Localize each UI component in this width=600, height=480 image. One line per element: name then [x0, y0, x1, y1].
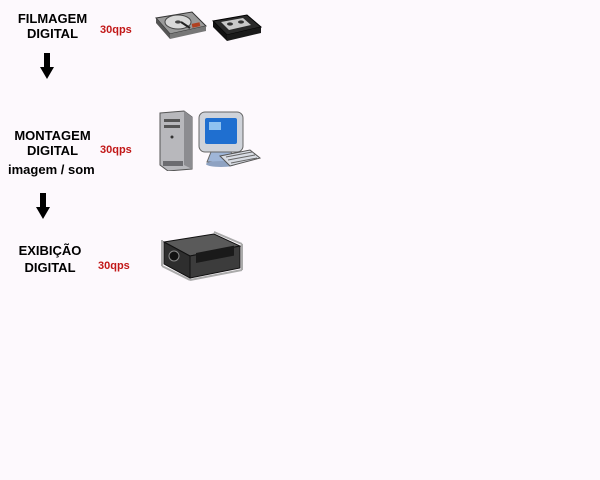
- stage-2-line2: DIGITAL: [26, 143, 79, 158]
- stage-2-line1: MONTAGEM: [14, 128, 91, 143]
- digital-projector-icon: [161, 231, 243, 281]
- stage-1-title: FILMAGEM DIGITAL: [10, 11, 95, 41]
- stage-3-rate: 30qps: [98, 260, 130, 272]
- stage-3-line2: DIGITAL: [24, 260, 76, 275]
- stage-2-rate: 30qps: [100, 144, 132, 156]
- stage-2-subtitle: imagem / som: [8, 162, 95, 177]
- stage-3-line1: EXIBIÇÃO: [18, 243, 82, 258]
- stage-1-line2: DIGITAL: [26, 26, 79, 41]
- stage-2-title: MONTAGEM DIGITAL: [5, 128, 100, 158]
- tower-computer-icon: [159, 110, 193, 171]
- videotape-cassette-icon: [211, 14, 263, 41]
- stage-3-title: EXIBIÇÃO DIGITAL: [10, 242, 90, 276]
- down-arrow-icon: [40, 53, 54, 79]
- down-arrow-icon: [36, 193, 50, 219]
- keyboard-icon: [218, 149, 262, 167]
- stage-1-rate: 30qps: [100, 24, 132, 36]
- stage-1-line1: FILMAGEM: [17, 11, 88, 26]
- hard-drive-icon: [155, 11, 207, 39]
